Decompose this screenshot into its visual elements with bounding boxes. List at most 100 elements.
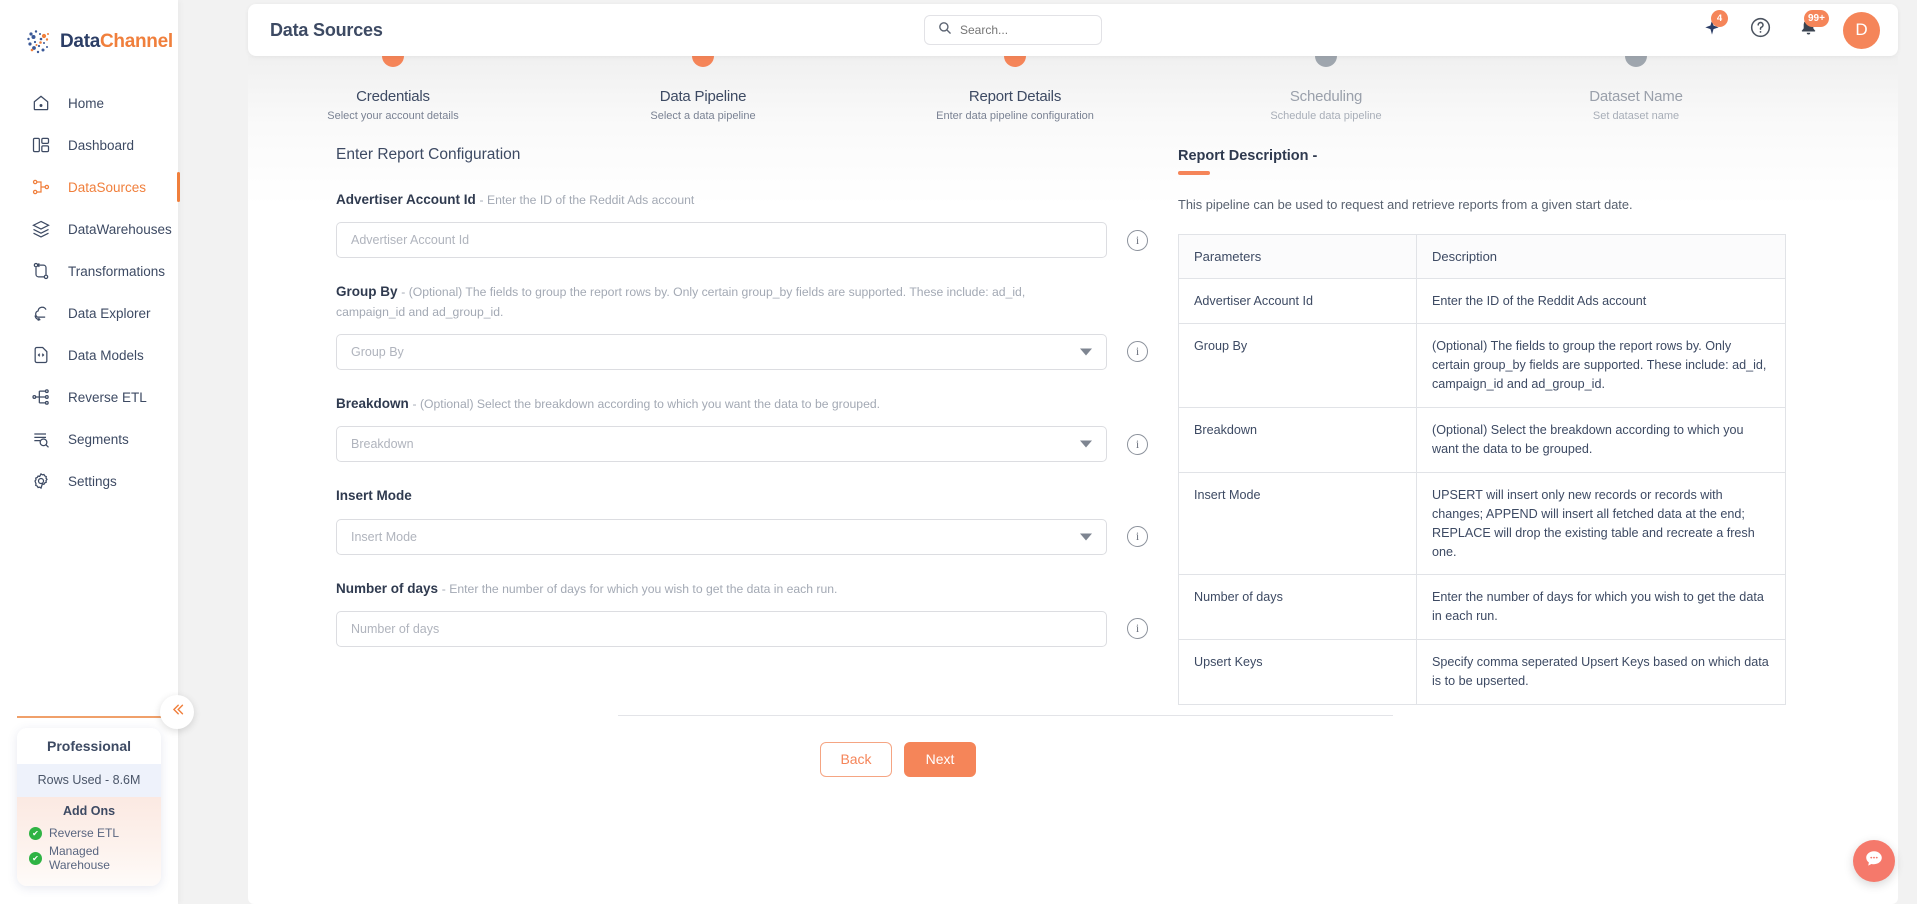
cell-parameter: Insert Mode xyxy=(1178,471,1417,576)
reverse-etl-icon xyxy=(30,386,52,408)
field-hint: - Enter the number of days for which you… xyxy=(441,581,838,596)
sidebar-item-data-models[interactable]: Data Models xyxy=(0,334,178,376)
sidebar-item-reverse-etl[interactable]: Reverse ETL xyxy=(0,376,178,418)
sidebar-item-datasources[interactable]: DataSources xyxy=(0,166,180,208)
notification-badge: 99+ xyxy=(1804,10,1829,27)
advertiser-account-id-input[interactable] xyxy=(336,222,1107,259)
group-by-select[interactable]: Group By xyxy=(336,333,1107,370)
check-circle-icon: ✔ xyxy=(29,826,42,840)
notifications-button[interactable]: 99+ xyxy=(1795,10,1829,43)
table-row: Insert Mode UPSERT will insert only new … xyxy=(1178,471,1786,576)
step-report-details[interactable]: Report Details Enter data pipeline confi… xyxy=(900,56,1130,122)
field-row: i xyxy=(336,222,1148,259)
step-dataset-name[interactable]: Dataset Name Set dataset name xyxy=(1521,56,1751,122)
sidebar-item-datawarehouses[interactable]: DataWarehouses xyxy=(0,208,178,250)
sidebar-item-label: Transformations xyxy=(68,263,166,279)
step-dot xyxy=(692,56,714,67)
report-configuration-form: Enter Report Configuration Advertiser Ac… xyxy=(248,134,1148,705)
sidebar-item-label: Dashboard xyxy=(68,137,135,153)
table-row: Advertiser Account Id Enter the ID of th… xyxy=(1178,277,1786,325)
search-icon xyxy=(937,20,952,40)
step-subtitle: Select a data pipeline xyxy=(650,110,756,122)
sidebar-item-label: Data Explorer xyxy=(68,305,151,321)
info-icon[interactable]: i xyxy=(1127,229,1148,251)
sidebar-item-data-explorer[interactable]: Data Explorer xyxy=(0,292,178,334)
info-icon[interactable]: i xyxy=(1127,526,1148,548)
content-columns: Enter Report Configuration Advertiser Ac… xyxy=(248,134,1898,705)
field-breakdown: Breakdown - (Optional) Select the breakd… xyxy=(336,394,1148,463)
chevron-down-icon xyxy=(1080,440,1092,448)
check-circle-icon: ✔ xyxy=(29,851,42,865)
chat-support-button[interactable] xyxy=(1853,840,1895,882)
sidebar-item-label: DataSources xyxy=(68,179,147,195)
insert-mode-select[interactable]: Insert Mode xyxy=(336,518,1107,555)
dashboard-icon xyxy=(30,134,52,156)
select-placeholder: Breakdown xyxy=(351,437,414,452)
sidebar-item-label: Data Models xyxy=(68,347,144,363)
cell-description: (Optional) Select the breakdown accordin… xyxy=(1416,407,1786,473)
step-credentials[interactable]: Credentials Select your account details xyxy=(278,56,508,122)
sidebar-item-home[interactable]: Home xyxy=(0,82,178,124)
step-dot xyxy=(1004,56,1026,67)
column-header-parameters: Parameters xyxy=(1178,233,1417,279)
table-header-row: Parameters Description xyxy=(1178,233,1786,279)
home-icon xyxy=(30,92,52,114)
cell-description: Enter the number of days for which you w… xyxy=(1416,574,1786,641)
breakdown-select[interactable]: Breakdown xyxy=(336,426,1107,463)
info-icon[interactable]: i xyxy=(1127,341,1148,363)
search-box[interactable] xyxy=(924,15,1102,45)
table-row: Group By (Optional) The fields to group … xyxy=(1178,323,1786,409)
info-icon[interactable]: i xyxy=(1127,433,1148,455)
field-advertiser-account-id: Advertiser Account Id - Enter the ID of … xyxy=(336,190,1148,259)
addon-label: Reverse ETL xyxy=(49,826,120,840)
sidebar-item-dashboard[interactable]: Dashboard xyxy=(0,124,178,166)
next-button[interactable]: Next xyxy=(904,741,976,777)
search-input[interactable] xyxy=(960,23,1080,37)
field-label: Breakdown - (Optional) Select the breakd… xyxy=(336,394,1026,413)
cell-description: Specify comma seperated Upsert Keys base… xyxy=(1416,639,1786,705)
table-row: Number of days Enter the number of days … xyxy=(1178,574,1786,641)
field-hint: - (Optional) The fields to group the rep… xyxy=(336,285,1026,319)
back-button[interactable]: Back xyxy=(820,741,892,777)
step-data-pipeline[interactable]: Data Pipeline Select a data pipeline xyxy=(588,56,818,122)
sidebar-item-label: Settings xyxy=(68,473,117,489)
plan-card[interactable]: Professional Rows Used - 8.6M Add Ons ✔ … xyxy=(17,728,161,886)
help-button[interactable] xyxy=(1747,17,1773,43)
step-subtitle: Enter data pipeline configuration xyxy=(936,110,1094,122)
sparkle-button[interactable]: 4 xyxy=(1699,10,1728,43)
sidebar-collapse-button[interactable] xyxy=(160,695,194,729)
top-header: Data Sources 4 xyxy=(248,4,1898,56)
field-row: i xyxy=(336,610,1148,647)
segments-icon xyxy=(30,428,52,450)
sparkle-badge: 4 xyxy=(1711,10,1728,27)
info-icon[interactable]: i xyxy=(1127,618,1148,640)
field-label-text: Advertiser Account Id xyxy=(336,192,476,207)
sidebar-item-transformations[interactable]: Transformations xyxy=(0,250,178,292)
page-title: Data Sources xyxy=(270,19,383,40)
chat-bubble-icon xyxy=(1863,848,1885,875)
field-label: Group By - (Optional) The fields to grou… xyxy=(336,282,1026,321)
field-label: Insert Mode xyxy=(336,486,1026,505)
field-label-text: Group By xyxy=(336,284,398,300)
avatar[interactable]: D xyxy=(1843,11,1880,49)
sidebar-item-settings[interactable]: Settings xyxy=(0,460,178,502)
step-scheduling[interactable]: Scheduling Schedule data pipeline xyxy=(1211,56,1441,122)
step-title: Report Details xyxy=(968,88,1062,105)
plan-divider xyxy=(17,716,161,718)
report-description-intro: This pipeline can be used to request and… xyxy=(1178,196,1633,212)
sidebar-item-segments[interactable]: Segments xyxy=(0,418,178,460)
addon-label: Managed Warehouse xyxy=(49,844,110,872)
field-row: Insert Mode i xyxy=(336,518,1148,555)
select-placeholder: Group By xyxy=(351,344,404,359)
brand[interactable]: DataChannel xyxy=(0,0,178,66)
header-actions: 4 99+ D xyxy=(1699,4,1880,56)
cell-parameter: Advertiser Account Id xyxy=(1178,277,1417,325)
step-title: Dataset Name xyxy=(1589,88,1683,105)
number-of-days-input[interactable] xyxy=(336,610,1107,647)
plan-rows-used: Rows Used - 8.6M xyxy=(17,764,161,797)
step-subtitle: Set dataset name xyxy=(1592,110,1680,122)
data-explorer-icon xyxy=(30,302,52,324)
cell-description: (Optional) The fields to group the repor… xyxy=(1416,323,1786,409)
step-dot xyxy=(382,56,404,67)
field-row: Breakdown i xyxy=(336,426,1148,463)
